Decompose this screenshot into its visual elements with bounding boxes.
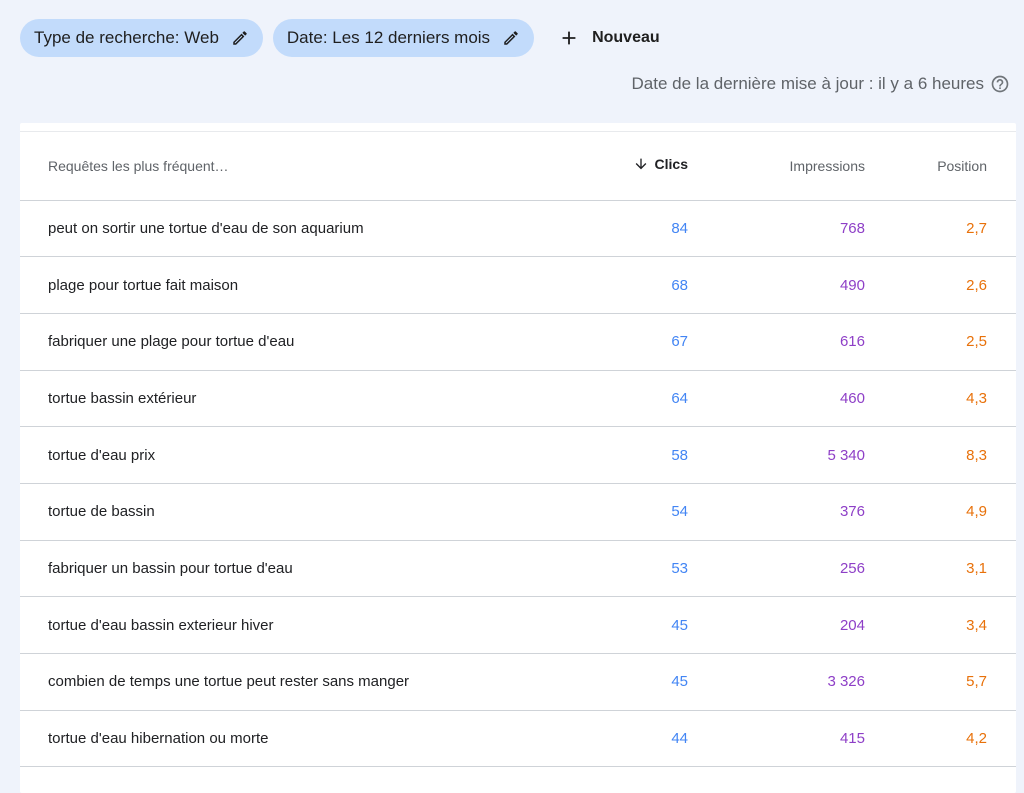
query-cell: tortue d'eau hibernation ou morte <box>20 710 568 768</box>
impressions-cell: 460 <box>688 370 865 428</box>
impressions-cell: 5 340 <box>688 426 865 484</box>
last-update-text: Date de la dernière mise à jour : il y a… <box>631 74 984 93</box>
column-header-clicks[interactable]: Clics <box>568 132 688 201</box>
query-cell: peut on sortir une tortue d'eau de son a… <box>20 200 568 258</box>
impressions-cell: 616 <box>688 313 865 371</box>
filter-bar: Type de recherche: Web Date: Les 12 dern… <box>20 19 660 57</box>
position-cell: 2,6 <box>865 256 1016 314</box>
column-header-position[interactable]: Position <box>865 132 1016 201</box>
impressions-cell: 3 326 <box>688 653 865 711</box>
position-cell: 4,2 <box>865 710 1016 768</box>
table-row[interactable]: tortue bassin extérieur 64 460 4,3 <box>20 370 1016 428</box>
table-row[interactable]: combien de temps une tortue peut rester … <box>20 653 1016 711</box>
column-header-impressions[interactable]: Impressions <box>688 132 865 201</box>
queries-table: Requêtes les plus fréquent… Clics Impres… <box>20 132 1016 768</box>
position-cell: 2,7 <box>865 200 1016 258</box>
impressions-cell: 376 <box>688 483 865 541</box>
date-filter-chip[interactable]: Date: Les 12 derniers mois <box>272 19 535 57</box>
clicks-cell: 84 <box>568 200 688 258</box>
position-cell: 4,3 <box>865 370 1016 428</box>
help-circle-icon[interactable] <box>990 74 1010 94</box>
impressions-cell: 256 <box>688 540 865 598</box>
query-cell: combien de temps une tortue peut rester … <box>20 653 568 711</box>
new-filter-label: Nouveau <box>592 29 660 46</box>
clicks-cell: 45 <box>568 653 688 711</box>
pencil-icon <box>231 29 249 47</box>
arrow-down-icon <box>633 156 649 172</box>
clicks-cell: 53 <box>568 540 688 598</box>
table-row[interactable]: plage pour tortue fait maison 68 490 2,6 <box>20 256 1016 314</box>
query-cell: plage pour tortue fait maison <box>20 256 568 314</box>
position-cell: 3,4 <box>865 596 1016 654</box>
position-cell: 3,1 <box>865 540 1016 598</box>
clicks-cell: 45 <box>568 596 688 654</box>
position-cell: 2,5 <box>865 313 1016 371</box>
position-cell: 5,7 <box>865 653 1016 711</box>
column-header-query[interactable]: Requêtes les plus fréquent… <box>20 132 568 201</box>
impressions-cell: 490 <box>688 256 865 314</box>
query-cell: tortue bassin extérieur <box>20 370 568 428</box>
table-row[interactable]: tortue d'eau prix 58 5 340 8,3 <box>20 426 1016 484</box>
plus-icon <box>558 27 580 49</box>
new-filter-button[interactable]: Nouveau <box>558 27 660 49</box>
table-row[interactable]: fabriquer une plage pour tortue d'eau 67… <box>20 313 1016 371</box>
query-cell: tortue d'eau prix <box>20 426 568 484</box>
impressions-cell: 415 <box>688 710 865 768</box>
table-row[interactable]: tortue d'eau bassin exterieur hiver 45 2… <box>20 596 1016 654</box>
impressions-cell: 204 <box>688 596 865 654</box>
query-cell: fabriquer un bassin pour tortue d'eau <box>20 540 568 598</box>
table-row[interactable]: tortue de bassin 54 376 4,9 <box>20 483 1016 541</box>
table-header-row: Requêtes les plus fréquent… Clics Impres… <box>20 132 1016 201</box>
clicks-cell: 68 <box>568 256 688 314</box>
queries-table-card: Requêtes les plus fréquent… Clics Impres… <box>20 123 1016 793</box>
query-cell: fabriquer une plage pour tortue d'eau <box>20 313 568 371</box>
search-type-filter-label: Type de recherche: Web <box>34 28 219 47</box>
query-cell: tortue d'eau bassin exterieur hiver <box>20 596 568 654</box>
date-filter-label: Date: Les 12 derniers mois <box>286 28 491 47</box>
clicks-cell: 44 <box>568 710 688 768</box>
impressions-cell: 768 <box>688 200 865 258</box>
clicks-cell: 54 <box>568 483 688 541</box>
table-row[interactable]: fabriquer un bassin pour tortue d'eau 53… <box>20 540 1016 598</box>
search-type-filter-chip[interactable]: Type de recherche: Web <box>20 19 263 57</box>
position-cell: 8,3 <box>865 426 1016 484</box>
clicks-cell: 64 <box>568 370 688 428</box>
clicks-cell: 67 <box>568 313 688 371</box>
position-cell: 4,9 <box>865 483 1016 541</box>
table-row[interactable]: tortue d'eau hibernation ou morte 44 415… <box>20 710 1016 768</box>
last-update-info: Date de la dernière mise à jour : il y a… <box>632 74 1010 94</box>
query-cell: tortue de bassin <box>20 483 568 541</box>
clicks-cell: 58 <box>568 426 688 484</box>
card-divider <box>20 123 1016 132</box>
table-row[interactable]: peut on sortir une tortue d'eau de son a… <box>20 200 1016 258</box>
pencil-icon <box>502 29 520 47</box>
